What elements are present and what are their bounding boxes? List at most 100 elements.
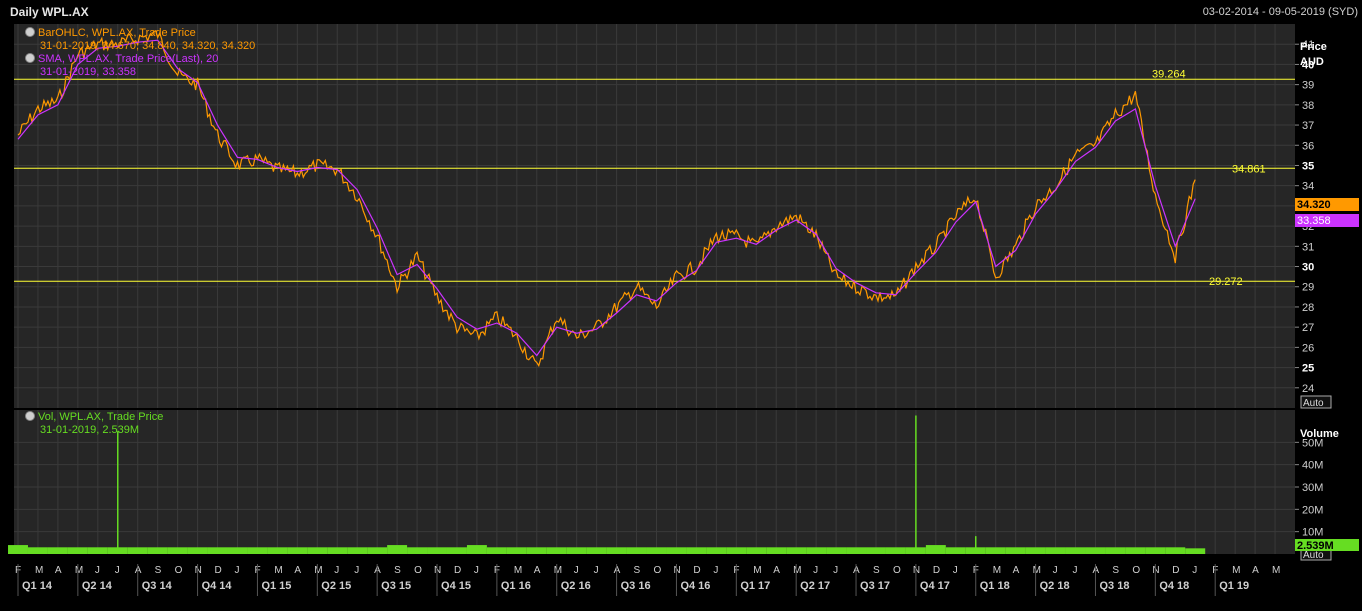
- x-month-label: J: [354, 565, 359, 576]
- volume-bar: [1005, 547, 1026, 554]
- volume-plot-area[interactable]: [14, 410, 1295, 554]
- volume-bar: [1105, 547, 1126, 554]
- x-month-label: N: [673, 565, 680, 576]
- x-quarter-label: Q2 18: [1040, 580, 1070, 592]
- x-month-label: N: [195, 565, 202, 576]
- volume-bar: [1185, 548, 1206, 554]
- y-tick-label: 25: [1302, 363, 1314, 375]
- volume-bar: [686, 547, 707, 554]
- x-quarter-label: Q4 18: [1159, 580, 1189, 592]
- x-month-label: J: [334, 565, 339, 576]
- x-month-label: M: [75, 565, 83, 576]
- volume-bar: [446, 547, 467, 554]
- volume-bar: [407, 547, 428, 554]
- volume-bar: [985, 547, 1006, 554]
- chart-window: Daily WPL.AX 03-02-2014 - 09-05-2019 (SY…: [0, 0, 1362, 611]
- y-tick-label: 35: [1302, 160, 1314, 172]
- volume-bar: [87, 547, 108, 554]
- x-month-label: J: [953, 565, 958, 576]
- date-range: 03-02-2014 - 09-05-2019 (SYD): [1202, 6, 1358, 18]
- x-month-label: J: [1053, 565, 1058, 576]
- last-price-tag-text: 34.320: [1297, 199, 1331, 211]
- x-month-label: M: [1272, 565, 1280, 576]
- volume-bar: [187, 547, 208, 554]
- x-month-label: M: [35, 565, 43, 576]
- y-tick-label: 34: [1302, 181, 1314, 193]
- level-label: 39.264: [1152, 68, 1186, 80]
- volume-bar: [207, 547, 228, 554]
- volume-bar: [307, 547, 328, 554]
- y-tick-label: 28: [1302, 302, 1314, 314]
- x-month-label: S: [873, 565, 880, 576]
- time-x-axis[interactable]: FMAMJJASONDJFMAMJJASONDJFMAMJJASONDJFMAM…: [15, 564, 1280, 596]
- x-month-label: S: [394, 565, 401, 576]
- chart-canvas[interactable]: 39.26434.86129.272 242526272829303132333…: [0, 24, 1362, 611]
- volume-bar: [8, 545, 28, 554]
- price-plot-area[interactable]: [14, 24, 1295, 408]
- volume-bar: [1085, 547, 1106, 554]
- volume-bar: [666, 547, 687, 554]
- legend-text: SMA, WPL.AX, Trade Price(Last), 20: [38, 53, 218, 65]
- volume-bar: [147, 547, 168, 554]
- volume-axis-title: Volume: [1300, 428, 1339, 440]
- volume-bar: [526, 547, 547, 554]
- volume-bar: [1025, 547, 1046, 554]
- x-quarter-label: Q3 16: [621, 580, 651, 592]
- legend-text: BarOHLC, WPL.AX, Trade Price: [38, 27, 196, 39]
- volume-bar: [1145, 547, 1166, 554]
- x-quarter-label: Q3 15: [381, 580, 411, 592]
- volume-bar: [367, 547, 388, 554]
- x-quarter-label: Q4 17: [920, 580, 950, 592]
- x-month-label: M: [793, 565, 801, 576]
- x-month-label: M: [514, 565, 522, 576]
- volume-bar: [287, 547, 308, 554]
- chart-title: Daily WPL.AX: [10, 5, 89, 19]
- volume-bar: [885, 547, 906, 554]
- x-quarter-label: Q2 16: [561, 580, 591, 592]
- x-month-label: M: [1033, 565, 1041, 576]
- volume-bar: [726, 547, 747, 554]
- legend-text: Vol, WPL.AX, Trade Price: [38, 411, 163, 423]
- level-label: 29.272: [1209, 276, 1243, 288]
- sma-tag-text: 33.358: [1297, 215, 1331, 227]
- x-month-label: D: [1172, 565, 1179, 576]
- x-month-label: O: [175, 565, 183, 576]
- x-month-label: J: [1192, 565, 1197, 576]
- x-month-label: O: [654, 565, 662, 576]
- volume-bar: [866, 547, 886, 554]
- x-month-label: N: [1152, 565, 1159, 576]
- x-quarter-label: Q1 14: [22, 580, 53, 592]
- x-month-label: S: [1112, 565, 1119, 576]
- x-month-label: J: [115, 565, 120, 576]
- volume-tag-text: 2.539M: [1297, 540, 1334, 552]
- volume-bar: [546, 547, 567, 554]
- level-label: 34.861: [1232, 163, 1266, 175]
- x-month-label: A: [1013, 565, 1020, 576]
- volume-bar: [1165, 547, 1186, 554]
- x-month-label: D: [215, 565, 222, 576]
- volume-bar: [247, 547, 268, 554]
- y-tick-label: 37: [1302, 120, 1314, 132]
- x-month-label: M: [274, 565, 282, 576]
- volume-bar: [347, 547, 368, 554]
- y-tick-label: 39: [1302, 80, 1314, 92]
- x-month-label: D: [454, 565, 461, 576]
- x-quarter-label: Q4 16: [680, 580, 710, 592]
- volume-bar: [646, 547, 667, 554]
- x-month-label: D: [693, 565, 700, 576]
- volume-tick-label: 20M: [1302, 504, 1323, 516]
- volume-tick-label: 30M: [1302, 482, 1323, 494]
- series-icon: [25, 411, 35, 421]
- volume-bar: [826, 547, 847, 554]
- volume-y-axis[interactable]: 10M20M30M40M50M: [1295, 437, 1323, 539]
- x-month-label: D: [933, 565, 940, 576]
- x-quarter-label: Q3 17: [860, 580, 890, 592]
- x-month-label: A: [534, 565, 541, 576]
- volume-bar: [945, 547, 966, 554]
- x-month-label: A: [294, 565, 301, 576]
- volume-bar: [766, 547, 787, 554]
- y-tick-label: 26: [1302, 342, 1314, 354]
- x-month-label: J: [1073, 565, 1078, 576]
- x-month-label: S: [634, 565, 641, 576]
- x-month-label: J: [594, 565, 599, 576]
